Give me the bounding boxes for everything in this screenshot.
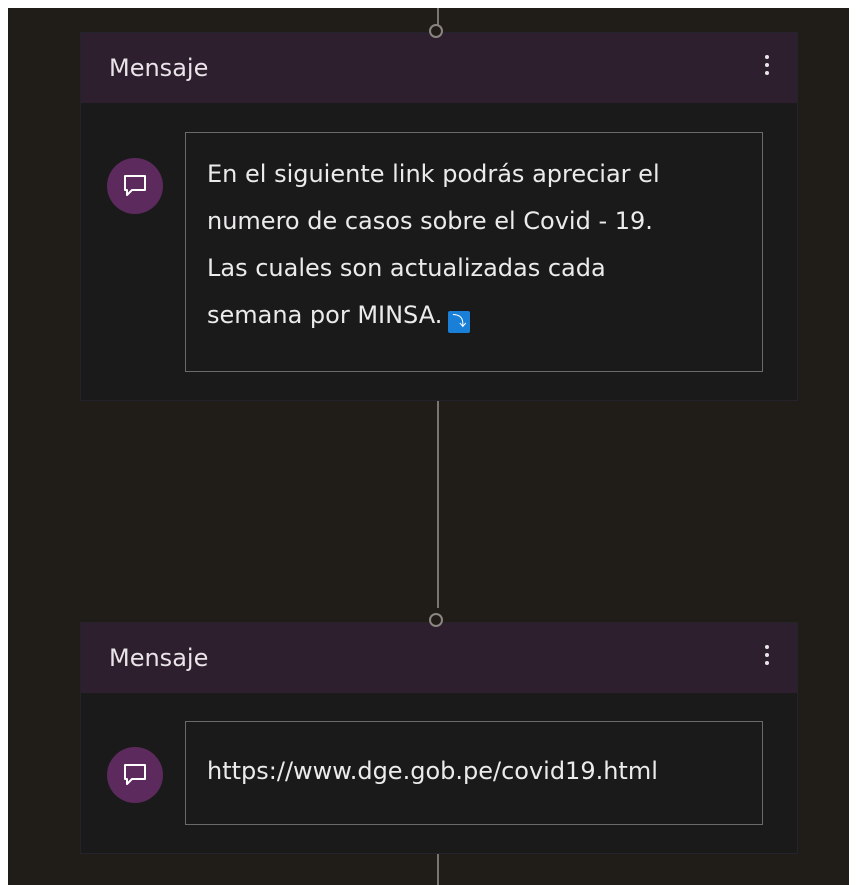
node-header[interactable]: Mensaje [81,33,797,103]
more-vertical-icon[interactable] [759,645,775,675]
message-text-box[interactable]: En el siguiente link podrás apreciar el … [185,132,763,372]
message-text-box[interactable]: https://www.dge.gob.pe/covid19.html [185,721,763,825]
message-line: https://www.dge.gob.pe/covid19.html [207,757,658,785]
flow-canvas[interactable]: Mensaje En el siguiente link podrás apre… [8,8,849,885]
input-port-node-1[interactable] [429,24,443,38]
connector-line-bottom [437,853,439,885]
message-line: En el siguiente link podrás apreciar el [207,160,660,188]
message-node-2[interactable]: Mensaje https://www.dge.gob.pe/covid19.h… [81,623,797,853]
more-vertical-icon[interactable] [759,55,775,85]
chat-bubble-icon [107,747,163,803]
message-node-1[interactable]: Mensaje En el siguiente link podrás apre… [81,33,797,400]
chat-bubble-icon [107,158,163,214]
arrow-down-emoji: ⤵ [448,311,471,333]
input-port-node-2[interactable] [429,613,443,627]
message-line: numero de casos sobre el Covid - 19. [207,207,653,235]
message-line-text: semana por MINSA. [207,301,443,329]
connector-line-middle [437,400,439,608]
node-header[interactable]: Mensaje [81,623,797,693]
message-line: Las cuales son actualizadas cada [207,254,606,282]
node-title: Mensaje [109,54,209,82]
node-title: Mensaje [109,644,209,672]
message-line-last: semana por MINSA. ⤵ [207,292,741,339]
